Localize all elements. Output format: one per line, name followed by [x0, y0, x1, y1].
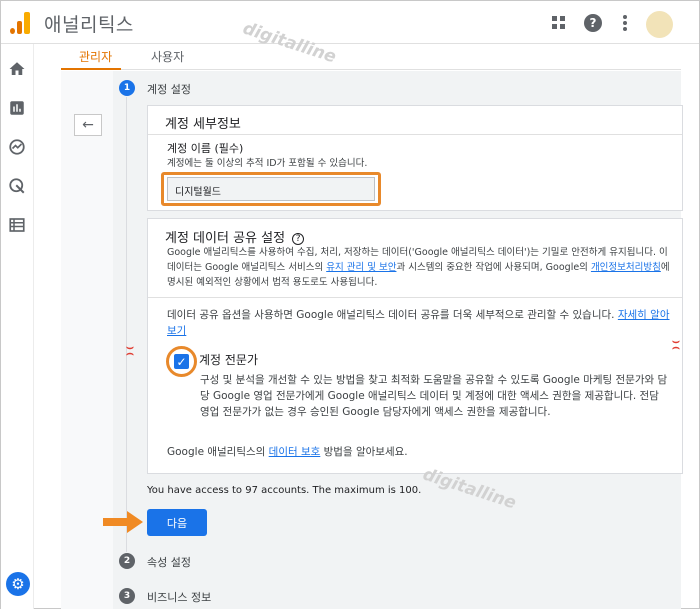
pointer-arrow-icon: [103, 511, 143, 533]
step-2-badge: 2: [119, 553, 135, 569]
break-mark-left: ⌣ ⌢: [126, 340, 134, 360]
account-expert-checkbox[interactable]: ✓: [174, 354, 189, 369]
back-arrow-icon[interactable]: ←: [74, 114, 102, 136]
step-2-label[interactable]: 속성 설정: [147, 554, 191, 570]
more-vert-icon[interactable]: [615, 13, 635, 33]
account-name-input[interactable]: 디지털월드: [167, 177, 375, 201]
app-title: 애널리틱스: [44, 14, 134, 36]
account-details-title: 계정 세부정보: [165, 117, 241, 132]
data-sharing-description: Google 애널리틱스를 사용하여 수집, 처리, 저장하는 데이터('Goo…: [167, 245, 673, 290]
card-divider: [148, 297, 682, 298]
data-sharing-card: 계정 데이터 공유 설정 ? Google 애널리틱스를 사용하여 수집, 처리…: [147, 218, 683, 474]
data-sharing-title-text: 계정 데이터 공유 설정: [165, 231, 286, 246]
apps-grid-icon[interactable]: [549, 13, 569, 33]
step-3-label[interactable]: 비즈니스 정보: [147, 589, 211, 605]
next-button[interactable]: 다음: [147, 509, 207, 536]
maintenance-security-link[interactable]: 유지 관리 및 보안: [326, 262, 396, 273]
active-tab-indicator: [61, 68, 121, 70]
data-protection-link[interactable]: 데이터 보호: [269, 446, 321, 458]
stepper-line: [126, 97, 127, 552]
step-3-badge: 3: [119, 588, 135, 604]
admin-gear-icon[interactable]: ⚙: [6, 572, 30, 596]
break-mark-right: ⌣ ⌢: [672, 334, 680, 354]
card-divider: [148, 134, 682, 135]
tab-admin[interactable]: 관리자: [79, 48, 112, 65]
home-icon[interactable]: [8, 60, 26, 78]
help-circle-icon[interactable]: ?: [292, 233, 305, 245]
avatar[interactable]: [646, 11, 673, 38]
account-expert-description: 구성 및 분석을 개선할 수 있는 방법을 찾고 최적화 도움말을 공유할 수 …: [200, 374, 668, 418]
account-expert-title: 계정 전문가: [199, 353, 259, 367]
configure-list-icon[interactable]: [8, 216, 26, 234]
sharing-options-text: 데이터 공유 옵션을 사용하면 Google 애널리틱스 데이터 공유를 더욱 …: [167, 307, 677, 339]
explore-icon[interactable]: [8, 138, 26, 156]
sidebar: [1, 44, 34, 609]
reports-icon[interactable]: [8, 99, 26, 117]
protect-text-1: Google 애널리틱스의: [167, 446, 269, 458]
step-1-badge: 1: [119, 80, 135, 96]
accounts-notice: You have access to 97 accounts. The maxi…: [147, 485, 422, 496]
top-bar: 애널리틱스 ?: [1, 1, 699, 44]
account-name-label: 계정 이름 (필수): [167, 142, 244, 155]
data-protection-text: Google 애널리틱스의 데이터 보호 방법을 알아보세요.: [167, 444, 408, 459]
desc-text-2: 과 시스템의 중요한 작업에 사용되며, Google의: [396, 262, 591, 273]
account-name-help: 계정에는 둘 이상의 추적 ID가 포함될 수 있습니다.: [167, 158, 368, 169]
options-text: 데이터 공유 옵션을 사용하면 Google 애널리틱스 데이터 공유를 더욱 …: [167, 309, 618, 321]
admin-tabs: 관리자 사용자: [61, 44, 681, 70]
tab-user[interactable]: 사용자: [151, 48, 184, 65]
data-sharing-title: 계정 데이터 공유 설정 ?: [165, 227, 305, 246]
step-1-label: 계정 설정: [147, 83, 191, 96]
help-icon[interactable]: ?: [583, 13, 603, 33]
analytics-logo-icon[interactable]: [10, 12, 30, 34]
privacy-policy-link[interactable]: 개인정보처리방침: [591, 262, 661, 273]
advertising-icon[interactable]: [8, 177, 26, 195]
protect-text-2: 방법을 알아보세요.: [320, 446, 408, 458]
